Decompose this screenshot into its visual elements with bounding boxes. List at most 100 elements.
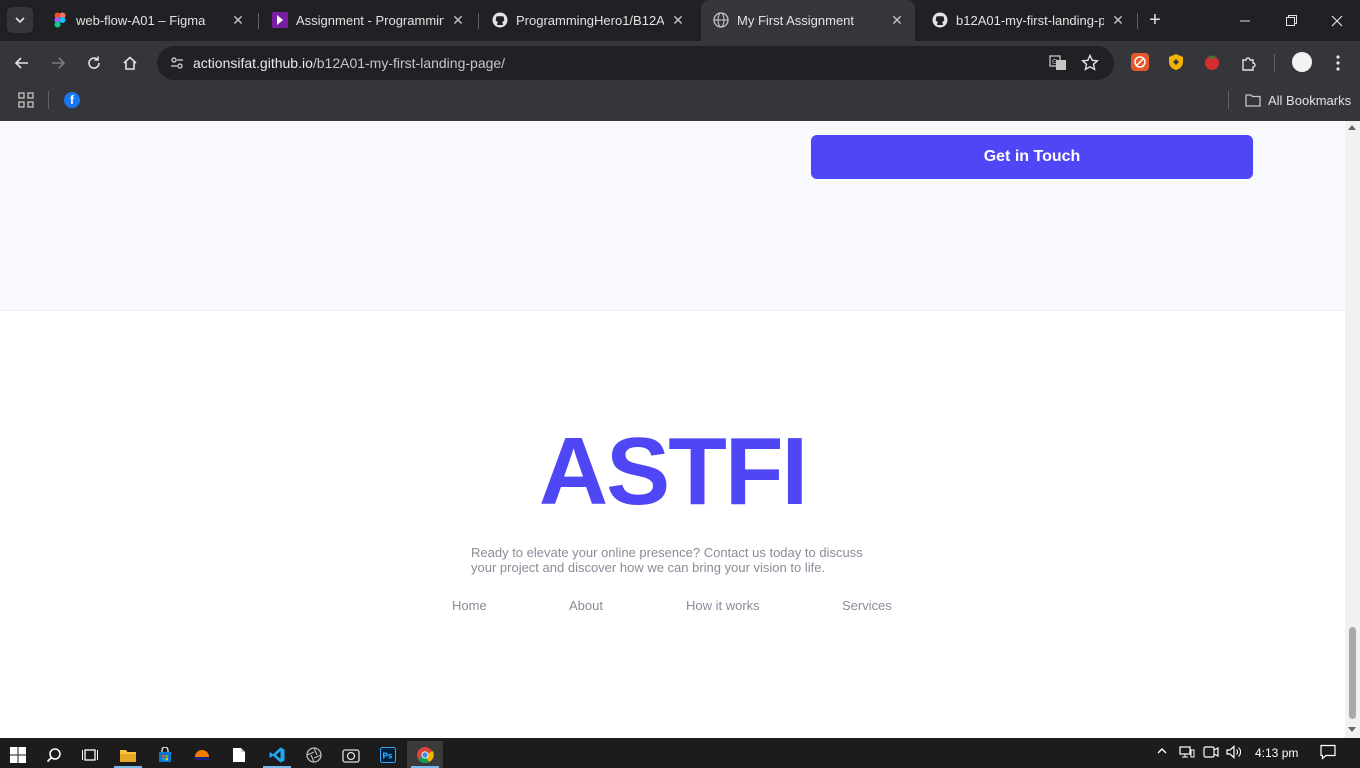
programming-hero-icon	[272, 12, 288, 28]
extension-tomato-icon[interactable]	[1203, 53, 1221, 71]
close-tab-icon[interactable]: ✕	[230, 12, 246, 28]
search-button[interactable]	[36, 741, 72, 768]
forward-button[interactable]	[45, 50, 71, 76]
store-button[interactable]	[147, 741, 183, 768]
taskbar-clock[interactable]: 4:13 pm	[1255, 746, 1298, 760]
footer-tagline: Ready to elevate your online presence? C…	[471, 545, 891, 575]
github-icon	[492, 12, 508, 28]
vscode-button[interactable]	[259, 741, 295, 768]
get-in-touch-button[interactable]: Get in Touch	[811, 135, 1253, 179]
bookmarks-divider	[48, 91, 49, 109]
browser-alt-button[interactable]	[296, 741, 332, 768]
arrow-left-icon	[14, 57, 28, 69]
folder-icon	[120, 749, 136, 762]
apps-grid-icon[interactable]	[18, 92, 34, 108]
aperture-icon	[306, 746, 322, 763]
document-icon	[233, 747, 245, 762]
svg-text:Ps: Ps	[382, 751, 393, 760]
store-icon	[159, 746, 171, 762]
camera-icon	[342, 748, 360, 763]
task-view-icon	[82, 748, 98, 761]
extension-shield-icon[interactable]	[1167, 53, 1185, 71]
page-scrollbar[interactable]	[1345, 121, 1360, 738]
chevron-up-icon[interactable]	[1156, 745, 1168, 757]
close-tab-icon[interactable]: ✕	[670, 12, 686, 28]
bookmarks-bar: f All Bookmarks	[0, 85, 1360, 121]
volume-icon[interactable]	[1226, 745, 1242, 759]
globe-icon	[713, 12, 729, 28]
tab-github-landing[interactable]: b12A01-my-first-landing-pa ✕	[920, 0, 1136, 41]
photoshop-icon: Ps	[380, 746, 396, 763]
page-viewport: Get in Touch ASTFI Ready to elevate your…	[0, 121, 1345, 738]
translate-icon[interactable]: G	[1046, 51, 1070, 75]
home-icon	[123, 56, 137, 70]
more-vert-icon	[1336, 55, 1340, 71]
profile-avatar[interactable]	[1292, 52, 1312, 72]
footer-brand-logo: ASTFI	[538, 418, 808, 525]
extension-blocker-icon[interactable]	[1131, 53, 1149, 71]
tab-divider	[478, 13, 479, 29]
scroll-down-arrow-icon[interactable]	[1348, 727, 1356, 732]
footer-link-about[interactable]: About	[569, 598, 603, 613]
tab-assignment[interactable]: Assignment - Programming ✕	[260, 0, 476, 41]
new-tab-button[interactable]: +	[1145, 10, 1165, 30]
scrollbar-thumb[interactable]	[1349, 627, 1356, 719]
file-explorer-button[interactable]	[110, 741, 146, 768]
tagline-line: your project and discover how we can bri…	[471, 560, 826, 575]
close-tab-icon[interactable]: ✕	[1110, 12, 1126, 28]
tab-title: ProgrammingHero1/B12A01	[516, 13, 664, 28]
facebook-bookmark-icon[interactable]: f	[64, 92, 80, 108]
reload-button[interactable]	[81, 50, 107, 76]
toolbar-divider	[1274, 54, 1275, 72]
close-tab-icon[interactable]: ✕	[889, 12, 905, 28]
tab-figma[interactable]: web-flow-A01 – Figma ✕	[40, 0, 256, 41]
app-button[interactable]	[184, 741, 220, 768]
github-icon	[932, 12, 948, 28]
task-view-button[interactable]	[72, 741, 108, 768]
tab-search-button[interactable]	[7, 7, 33, 33]
browser-toolbar: actionsifat.github.io/b12A01-my-first-la…	[0, 41, 1360, 85]
menu-button[interactable]	[1325, 50, 1351, 76]
url-text[interactable]: actionsifat.github.io/b12A01-my-first-la…	[193, 55, 505, 71]
footer-link-services[interactable]: Services	[842, 598, 892, 613]
back-button[interactable]	[9, 50, 35, 76]
tab-github-repo[interactable]: ProgrammingHero1/B12A01 ✕	[480, 0, 696, 41]
scroll-up-arrow-icon[interactable]	[1348, 125, 1356, 130]
close-tab-icon[interactable]: ✕	[450, 12, 466, 28]
notifications-icon[interactable]	[1320, 744, 1336, 760]
close-window-button[interactable]	[1314, 0, 1360, 41]
site-info-icon[interactable]	[165, 51, 189, 75]
bookmark-star-icon[interactable]	[1078, 51, 1102, 75]
network-icon[interactable]	[1179, 745, 1195, 759]
home-button[interactable]	[117, 50, 143, 76]
windows-taskbar: Ps 4:13 pm	[0, 738, 1360, 768]
chrome-button[interactable]	[407, 741, 443, 768]
photoshop-button[interactable]: Ps	[370, 741, 406, 768]
tab-divider	[1137, 13, 1138, 29]
camera-tray-icon[interactable]	[1203, 745, 1219, 759]
tab-divider	[258, 13, 259, 29]
tab-strip: web-flow-A01 – Figma ✕ Assignment - Prog…	[0, 0, 1360, 41]
minimize-icon	[1240, 20, 1250, 21]
app-orb-icon	[195, 749, 209, 760]
footer-link-how-it-works[interactable]: How it works	[686, 598, 760, 613]
address-bar[interactable]: actionsifat.github.io/b12A01-my-first-la…	[157, 46, 1114, 80]
minimize-button[interactable]	[1222, 0, 1268, 41]
puzzle-icon	[1242, 57, 1256, 71]
vscode-icon	[269, 747, 285, 762]
notepad-button[interactable]	[221, 741, 257, 768]
tab-title: b12A01-my-first-landing-pa	[956, 13, 1104, 28]
arrow-right-icon	[52, 57, 66, 69]
footer-link-home[interactable]: Home	[452, 598, 487, 613]
extensions-button[interactable]	[1236, 50, 1262, 76]
tab-my-first-assignment[interactable]: My First Assignment ✕	[701, 0, 915, 41]
svg-text:G: G	[1052, 58, 1057, 66]
restore-icon	[1285, 15, 1297, 26]
restore-button[interactable]	[1268, 0, 1314, 41]
start-button[interactable]	[0, 741, 36, 768]
close-icon	[1331, 15, 1343, 26]
all-bookmarks-button[interactable]: All Bookmarks	[1245, 92, 1351, 108]
camera-app-button[interactable]	[333, 741, 369, 768]
chrome-icon	[417, 746, 434, 763]
reload-icon	[88, 56, 100, 69]
